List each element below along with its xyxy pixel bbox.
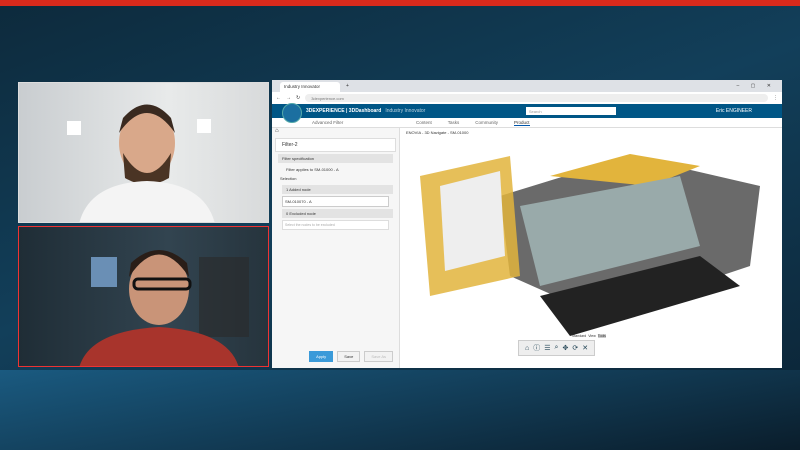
search-input[interactable]: Search <box>525 107 616 115</box>
app-header: 3DEXPERIENCE | 3DDashboard Industry Inno… <box>272 103 782 123</box>
drill-machine-model[interactable] <box>400 136 782 336</box>
selection-dropdown[interactable]: Selection <box>272 174 399 183</box>
mode-view[interactable]: View <box>588 334 596 338</box>
back-icon[interactable]: ← <box>276 95 281 101</box>
rotate-icon[interactable]: ⟳ <box>572 344 578 352</box>
info-icon[interactable]: ⓘ <box>533 343 540 353</box>
close-icon[interactable]: ✕ <box>582 344 588 352</box>
dashboard-name: Industry Innovator <box>385 108 426 114</box>
browser-tab-bar: Industry Innovator + – ▢ ✕ <box>272 80 782 92</box>
menu-icon[interactable]: ⋮ <box>773 95 778 101</box>
participant-video <box>67 104 215 222</box>
zoom-icon[interactable]: ⌕ <box>555 344 559 352</box>
tab-product[interactable]: Product <box>514 120 530 126</box>
excluded-node-section[interactable]: 0 Excluded node <box>282 209 393 218</box>
filter-spec-section[interactable]: Filter specification <box>278 154 393 163</box>
participant-video <box>79 250 249 366</box>
sub-header: Advanced Filter Content Tasks Community … <box>272 118 782 128</box>
mode-tools[interactable]: Tools <box>597 334 606 338</box>
save-as-button[interactable]: Save As <box>364 351 393 362</box>
applies-text: Filter applies to SM-01000 - A <box>286 167 339 172</box>
compass-logo[interactable] <box>282 103 302 123</box>
tab-tasks[interactable]: Tasks <box>448 120 460 125</box>
browser-tab[interactable]: Industry Innovator <box>280 82 340 92</box>
address-bar: ← → ↻ 3dexperience.com ⋮ <box>272 92 782 104</box>
panel-toolbar: ⌂ <box>272 128 399 138</box>
tab-community[interactable]: Community <box>475 120 498 125</box>
action-bar: ⌂ ⓘ ☰ ⌕ ✥ ⟳ ✕ <box>518 340 596 356</box>
3d-viewer[interactable]: ENOVIA - 3D Navigate - SM-01000 ⌂ ⓘ ☰ ⌕ ✥ ⟳ ✕ … <box>400 128 782 368</box>
excluded-node-input[interactable]: Select the nodes to be excluded <box>282 220 389 230</box>
forward-icon[interactable]: → <box>286 95 291 101</box>
pan-icon[interactable]: ✥ <box>562 344 568 352</box>
save-button[interactable]: Save <box>337 351 361 362</box>
background <box>0 370 800 450</box>
tab-content[interactable]: Content <box>416 120 432 125</box>
home-view-icon[interactable]: ⌂ <box>525 345 529 352</box>
url-input[interactable]: 3dexperience.com <box>305 94 768 102</box>
top-accent-bar <box>0 0 800 6</box>
filter-name[interactable]: Filter-2 <box>275 138 396 152</box>
added-node-section[interactable]: 1 Added node <box>282 185 393 194</box>
user-name[interactable]: Eric ENGINEER <box>716 108 752 114</box>
window-controls[interactable]: – ▢ ✕ <box>737 83 782 89</box>
tree-icon[interactable]: ☰ <box>544 344 550 352</box>
advanced-filter-panel: ⌂ Filter-2 Filter specification Filter a… <box>272 128 400 368</box>
added-node-field[interactable]: SM-010070 - A <box>282 196 389 207</box>
mode-standard[interactable]: Standard <box>572 334 586 338</box>
brand-label: 3DEXPERIENCE | 3DDashboard <box>306 108 382 114</box>
app-window: Industry Innovator + – ▢ ✕ ← → ↻ 3dexperie… <box>272 80 782 368</box>
video-tile-participant-2 <box>18 226 269 367</box>
apply-button[interactable]: Apply <box>309 351 334 362</box>
new-tab-icon[interactable]: + <box>346 83 349 89</box>
video-tile-participant-1 <box>18 82 269 223</box>
home-icon[interactable]: ⌂ <box>272 128 279 134</box>
reload-icon[interactable]: ↻ <box>296 95 300 101</box>
